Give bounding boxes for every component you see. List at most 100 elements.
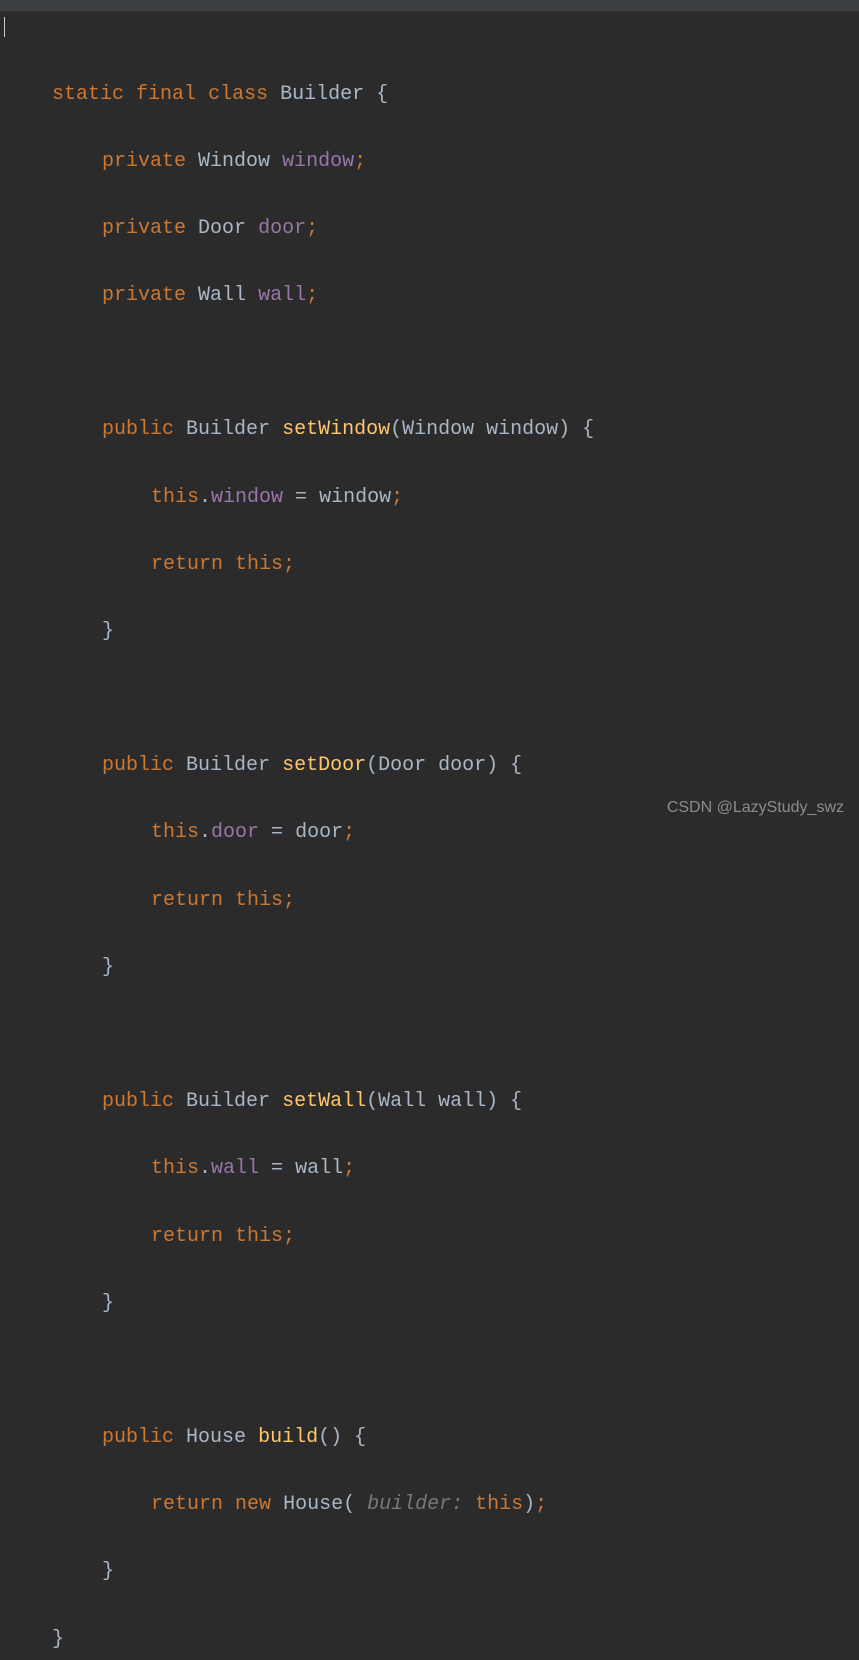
keyword-final: final [136, 83, 196, 106]
code-line[interactable]: } [52, 615, 859, 649]
open-paren: ( [343, 1493, 367, 1516]
method-build: build [258, 1426, 318, 1449]
blank-line[interactable] [52, 1354, 859, 1388]
space [270, 418, 282, 441]
field-ref: door [211, 821, 259, 844]
code-line[interactable]: } [52, 1555, 859, 1589]
keyword-public: public [102, 754, 174, 777]
space [246, 284, 258, 307]
code-line[interactable]: } [52, 951, 859, 985]
semicolon: ; [535, 1493, 547, 1516]
space [270, 1090, 282, 1113]
code-line[interactable]: return new House( builder: this); [52, 1488, 859, 1522]
space [223, 889, 235, 912]
method-setdoor: setDoor [282, 754, 366, 777]
code-line[interactable]: this.window = window; [52, 481, 859, 515]
keyword-class: class [208, 83, 268, 106]
keyword-private: private [102, 150, 186, 173]
field-door: door [258, 217, 306, 240]
semicolon: ; [354, 150, 366, 173]
field-wall: wall [258, 284, 306, 307]
code-line[interactable]: return this; [52, 548, 859, 582]
semicolon: ; [343, 1157, 355, 1180]
method-setwindow: setWindow [282, 418, 390, 441]
type-house: House [283, 1493, 343, 1516]
semicolon: ; [343, 821, 355, 844]
keyword-this: this [235, 553, 283, 576]
keyword-public: public [102, 1090, 174, 1113]
blank-line[interactable] [52, 682, 859, 716]
brace: } [102, 956, 114, 979]
return-type: Builder [186, 418, 270, 441]
code-line[interactable]: private Window window; [52, 145, 859, 179]
space [270, 150, 282, 173]
text-cursor [4, 17, 5, 37]
field-window: window [282, 150, 354, 173]
semicolon: ; [283, 889, 295, 912]
code-editor[interactable]: static final class Builder { private Win… [0, 40, 859, 1660]
method-setwall: setWall [282, 1090, 366, 1113]
code-line[interactable]: return this; [52, 1220, 859, 1254]
semicolon: ; [306, 217, 318, 240]
keyword-this: this [151, 1157, 199, 1180]
code-line[interactable]: return this; [52, 884, 859, 918]
editor-top-bar [0, 0, 859, 10]
brace: } [52, 1628, 64, 1651]
space [223, 1493, 235, 1516]
code-line[interactable]: } [52, 1287, 859, 1321]
space [186, 284, 198, 307]
keyword-public: public [102, 418, 174, 441]
field-ref: window [211, 486, 283, 509]
semicolon: ; [283, 1225, 295, 1248]
space [223, 1225, 235, 1248]
keyword-return: return [151, 1493, 223, 1516]
params: () { [318, 1426, 366, 1449]
code-line[interactable]: private Door door; [52, 212, 859, 246]
code-line[interactable]: public Builder setWall(Wall wall) { [52, 1085, 859, 1119]
space [246, 217, 258, 240]
space [174, 1090, 186, 1113]
dot: . [199, 486, 211, 509]
blank-line[interactable] [52, 346, 859, 380]
keyword-static: static [52, 83, 124, 106]
code-line[interactable]: public House build() { [52, 1421, 859, 1455]
semicolon: ; [306, 284, 318, 307]
space [196, 83, 208, 106]
space [186, 217, 198, 240]
dot: . [199, 821, 211, 844]
cursor-line[interactable] [0, 10, 859, 40]
keyword-return: return [151, 553, 223, 576]
code-line[interactable]: private Wall wall; [52, 279, 859, 313]
space [174, 418, 186, 441]
code-line[interactable]: } [52, 1623, 859, 1657]
space [246, 1426, 258, 1449]
keyword-public: public [102, 1426, 174, 1449]
brace: } [102, 1292, 114, 1315]
code-line[interactable]: this.wall = wall; [52, 1152, 859, 1186]
space [223, 553, 235, 576]
keyword-private: private [102, 284, 186, 307]
space [268, 83, 280, 106]
params: (Door door) { [366, 754, 522, 777]
field-ref: wall [211, 1157, 259, 1180]
code-line[interactable]: public Builder setWindow(Window window) … [52, 413, 859, 447]
class-name: Builder [280, 83, 364, 106]
code-line[interactable]: static final class Builder { [52, 78, 859, 112]
params: (Window window) { [390, 418, 594, 441]
keyword-this: this [475, 1493, 523, 1516]
keyword-return: return [151, 1225, 223, 1248]
brace: { [364, 83, 388, 106]
dot: . [199, 1157, 211, 1180]
keyword-this: this [235, 1225, 283, 1248]
equals: = [259, 1157, 295, 1180]
keyword-return: return [151, 889, 223, 912]
type-window: Window [198, 150, 270, 173]
close-paren: ) [523, 1493, 535, 1516]
blank-line[interactable] [52, 1018, 859, 1052]
space [174, 754, 186, 777]
code-line[interactable]: public Builder setDoor(Door door) { [52, 749, 859, 783]
keyword-this: this [151, 821, 199, 844]
space [186, 150, 198, 173]
value: wall [295, 1157, 343, 1180]
value: door [295, 821, 343, 844]
